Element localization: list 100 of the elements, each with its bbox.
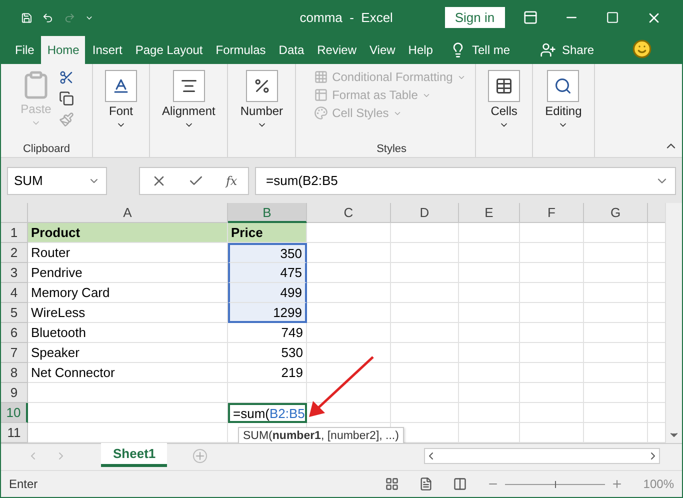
maximize-icon[interactable] — [606, 11, 620, 24]
table-cell: Router — [28, 243, 228, 263]
table-cell — [391, 383, 459, 403]
palette-icon — [314, 106, 328, 120]
table-cell — [520, 263, 584, 283]
align-center-icon — [180, 77, 198, 95]
column-header[interactable]: F — [520, 203, 584, 223]
table-cell — [459, 423, 520, 443]
table-cell — [459, 263, 520, 283]
table-cell — [584, 343, 648, 363]
table-cell — [584, 323, 648, 343]
row-header[interactable]: 8 — [1, 363, 28, 383]
table-cell — [391, 303, 459, 323]
table-cell — [584, 243, 648, 263]
table-cell — [584, 263, 648, 283]
ribbon-tab[interactable]: Insert — [86, 36, 128, 64]
row-header[interactable]: 7 — [1, 343, 28, 363]
sign-in-button[interactable]: Sign in — [444, 7, 505, 28]
sheet-tab[interactable]: Sheet1 — [101, 443, 167, 467]
table-cell — [459, 383, 520, 403]
ribbon-tab[interactable]: File — [9, 36, 40, 64]
table-cell — [459, 303, 520, 323]
row-header[interactable]: 2 — [1, 243, 28, 263]
table-cell — [520, 283, 584, 303]
share-button[interactable]: Share — [562, 43, 594, 57]
table-cell — [520, 323, 584, 343]
ribbon-button[interactable]: Number — [238, 68, 286, 132]
row-header[interactable]: 11 — [1, 423, 28, 443]
smiley-icon[interactable] — [632, 39, 652, 59]
ribbon-tab[interactable]: Review — [311, 36, 362, 64]
page-layout-icon[interactable] — [419, 477, 434, 491]
pointer-arrow — [307, 355, 375, 419]
row-header[interactable]: 5 — [1, 303, 28, 323]
column-header[interactable]: E — [459, 203, 520, 223]
table-cell: Memory Card — [28, 283, 228, 303]
table-cell — [520, 223, 584, 243]
table-cell — [520, 423, 584, 443]
table-cell — [584, 383, 648, 403]
ribbon-tab[interactable]: Data — [272, 36, 310, 64]
ribbon-button[interactable]: Alignment — [160, 68, 218, 132]
insert-function-button[interactable]: fx — [226, 174, 238, 188]
table-icon — [495, 77, 514, 95]
table-cell — [520, 363, 584, 383]
table-cell: Pendrive — [28, 263, 228, 283]
zoom-in-icon[interactable] — [611, 478, 624, 490]
table-cell — [391, 343, 459, 363]
row-header[interactable]: 6 — [1, 323, 28, 343]
table-cell: 499 — [228, 283, 307, 303]
row-header[interactable]: 3 — [1, 263, 28, 283]
column-header[interactable]: G — [584, 203, 648, 223]
cut-icon[interactable] — [59, 70, 74, 85]
share-icon — [540, 42, 556, 58]
ribbon-button[interactable]: Editing — [543, 68, 584, 132]
table-cell: 475 — [228, 263, 307, 283]
ribbon-tab[interactable]: Home — [41, 36, 86, 64]
ribbon-tab[interactable]: Formulas — [210, 36, 272, 64]
table-cell — [584, 403, 648, 423]
table-cell — [459, 223, 520, 243]
column-header[interactable]: D — [391, 203, 459, 223]
table-cell — [584, 303, 648, 323]
table-cell — [459, 243, 520, 263]
table-cell: Net Connector — [28, 363, 228, 383]
row-header[interactable]: 10 — [1, 403, 28, 423]
ribbon-tab[interactable]: Page Layout — [129, 36, 209, 64]
column-header[interactable]: B — [228, 203, 307, 223]
function-tooltip: SUM(number1, [number2], ...) — [238, 427, 404, 443]
ribbon-display-icon[interactable] — [522, 10, 538, 25]
horizontal-scrollbar[interactable] — [424, 448, 660, 464]
table-cell — [584, 223, 648, 243]
status-mode: Enter — [9, 477, 38, 491]
normal-view-icon[interactable] — [385, 477, 400, 491]
table-icon — [314, 88, 328, 102]
table-cell — [391, 323, 459, 343]
table-cell — [459, 363, 520, 383]
table-cell — [584, 283, 648, 303]
ribbon-tab[interactable]: View — [364, 36, 402, 64]
column-header[interactable]: C — [307, 203, 391, 223]
table-cell: Bluetooth — [28, 323, 228, 343]
table-cell: 350 — [228, 243, 307, 263]
vertical-scrollbar[interactable] — [665, 203, 682, 443]
table-cell: 1299 — [228, 303, 307, 323]
percent-icon — [252, 77, 271, 95]
page-break-icon[interactable] — [453, 477, 468, 491]
ribbon-button[interactable]: Cells — [486, 68, 522, 132]
tell-me-field[interactable]: Tell me — [472, 43, 510, 57]
row-header[interactable]: 9 — [1, 383, 28, 403]
formula-field[interactable]: =sum(B2:B5 — [255, 166, 676, 194]
table-cell — [520, 343, 584, 363]
table-cell — [584, 423, 648, 443]
row-header[interactable]: 4 — [1, 283, 28, 303]
table-cell: 530 — [228, 343, 307, 363]
ribbon-tab[interactable]: Help — [402, 36, 439, 64]
window-title: comma - Excel — [300, 10, 394, 25]
name-box[interactable]: SUM — [7, 166, 107, 194]
table-cell — [391, 363, 459, 383]
row-header[interactable]: 1 — [1, 223, 28, 243]
grid-icon — [314, 70, 328, 84]
column-header[interactable]: A — [28, 203, 228, 223]
copy-icon[interactable] — [59, 91, 74, 106]
ribbon-button[interactable]: Font — [103, 68, 139, 132]
